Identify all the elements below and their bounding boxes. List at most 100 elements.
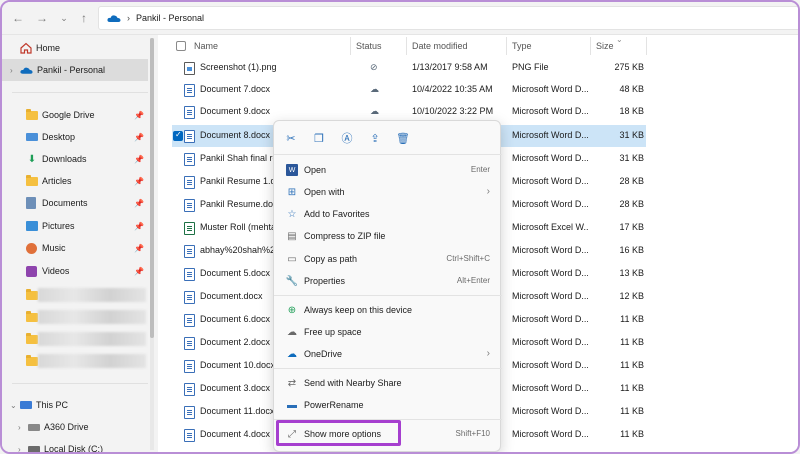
zip-icon: ▤ xyxy=(287,230,297,242)
expand-chevron-icon[interactable]: › xyxy=(10,66,20,75)
keep-on-device-icon: ⊕ xyxy=(287,304,297,316)
forward-arrow-icon[interactable]: → xyxy=(34,10,50,26)
properties-wrench-icon: 🔧 xyxy=(285,275,299,287)
table-row[interactable]: Screenshot (1).png ⊘ 1/13/2017 9:58 AM P… xyxy=(172,57,646,79)
sidebar-item-videos[interactable]: Videos 📌 xyxy=(2,261,148,281)
pin-icon: 📌 xyxy=(134,154,144,164)
word-doc-icon xyxy=(184,153,195,166)
sidebar-scrollbar[interactable] xyxy=(150,38,154,450)
column-divider[interactable] xyxy=(590,37,591,55)
menu-item-powerrename[interactable]: ▬ PowerRename xyxy=(278,394,498,416)
word-doc-icon xyxy=(184,429,195,442)
collapse-chevron-icon[interactable]: ⌄ xyxy=(10,401,20,410)
up-arrow-icon[interactable]: ↑ xyxy=(76,10,92,26)
sidebar-item-pictures[interactable]: Pictures 📌 xyxy=(2,216,148,236)
share-icon[interactable]: ⇪ xyxy=(368,131,382,145)
select-all-checkbox[interactable] xyxy=(176,41,186,51)
sidebar-item-articles[interactable]: Articles 📌 xyxy=(2,171,148,191)
pin-icon: 📌 xyxy=(134,243,144,253)
column-header: Name Status Date modified Type Size ⌄ xyxy=(158,35,798,57)
menu-item-properties[interactable]: 🔧 Properties Alt+Enter xyxy=(278,270,498,292)
rename-icon[interactable]: Ⓐ xyxy=(340,131,354,145)
column-name[interactable]: Name xyxy=(194,41,218,51)
pin-icon: 📌 xyxy=(134,110,144,120)
column-divider[interactable] xyxy=(646,37,647,55)
sidebar-item-pankil-personal[interactable]: › Pankil - Personal xyxy=(2,59,148,81)
sidebar-item-local-disk[interactable]: › Local Disk (C:) xyxy=(2,439,148,453)
excel-file-icon xyxy=(184,222,195,235)
redacted-label xyxy=(38,288,146,302)
highlight-annotation xyxy=(276,420,401,446)
redacted-label xyxy=(38,310,146,324)
drive-icon xyxy=(28,445,40,452)
download-arrow-icon: ⬇ xyxy=(27,153,37,165)
column-status[interactable]: Status xyxy=(356,41,382,51)
column-size[interactable]: Size xyxy=(596,41,614,51)
word-doc-icon xyxy=(184,314,195,327)
delete-trash-icon[interactable]: 🗑 xyxy=(396,131,410,145)
expand-chevron-icon[interactable]: › xyxy=(18,423,28,432)
menu-item-add-to-favorites[interactable]: ☆ Add to Favorites xyxy=(278,203,498,225)
star-icon: ☆ xyxy=(287,208,297,220)
sidebar-item-documents[interactable]: Documents 📌 xyxy=(2,193,148,213)
sidebar-divider xyxy=(12,383,148,384)
synced-check-icon: ⊘ xyxy=(370,62,378,72)
menu-separator xyxy=(274,368,502,369)
cloud-status-icon: ☁ xyxy=(370,84,379,94)
sidebar-item-google-drive[interactable]: Google Drive 📌 xyxy=(2,105,148,125)
menu-item-onedrive[interactable]: ☁ OneDrive › xyxy=(278,343,498,365)
expand-chevron-icon[interactable]: › xyxy=(18,445,28,453)
menu-item-always-keep[interactable]: ⊕ Always keep on this device xyxy=(278,299,498,321)
redacted-label xyxy=(38,332,146,346)
menu-item-open-with[interactable]: ⊞ Open with › xyxy=(278,181,498,203)
sidebar-item-desktop[interactable]: Desktop 📌 xyxy=(2,127,148,147)
column-type[interactable]: Type xyxy=(512,41,532,51)
sidebar-item-this-pc[interactable]: ⌄ This PC xyxy=(2,395,148,415)
word-doc-icon xyxy=(184,106,195,119)
sidebar-item-downloads[interactable]: ⬇ Downloads 📌 xyxy=(2,149,148,169)
breadcrumb-location[interactable]: Pankil - Personal xyxy=(136,13,204,23)
pin-icon: 📌 xyxy=(134,176,144,186)
row-checkbox[interactable] xyxy=(173,131,183,141)
menu-separator xyxy=(274,295,502,296)
onedrive-cloud-icon xyxy=(20,67,33,74)
pin-icon: 📌 xyxy=(134,198,144,208)
copy-path-icon: ▭ xyxy=(287,253,297,265)
cloud-status-icon: ☁ xyxy=(370,106,379,116)
column-date-modified[interactable]: Date modified xyxy=(412,41,468,51)
menu-item-compress-zip[interactable]: ▤ Compress to ZIP file xyxy=(278,225,498,247)
word-doc-icon xyxy=(184,383,195,396)
cut-icon[interactable]: ✂ xyxy=(284,131,298,145)
menu-item-free-up-space[interactable]: ☁ Free up space xyxy=(278,321,498,343)
sort-chevron-icon: ⌄ xyxy=(616,35,623,44)
table-row[interactable]: Document 7.docx ☁ 10/4/2022 10:35 AM Mic… xyxy=(172,79,646,101)
copy-icon[interactable]: ❐ xyxy=(312,131,326,145)
scrollbar-thumb[interactable] xyxy=(150,38,154,338)
window: ← → ⌄ ↑ › Pankil - Personal Home › Panki… xyxy=(0,0,800,454)
sidebar-item-music[interactable]: Music 📌 xyxy=(2,238,148,258)
folder-icon xyxy=(26,354,38,366)
column-divider[interactable] xyxy=(506,37,507,55)
documents-icon xyxy=(26,197,36,209)
menu-item-open[interactable]: W Open Enter xyxy=(278,159,498,181)
sidebar-item-home[interactable]: Home xyxy=(2,38,148,58)
desktop-icon xyxy=(26,133,38,141)
pin-icon: 📌 xyxy=(134,221,144,231)
column-divider[interactable] xyxy=(406,37,407,55)
drive-icon xyxy=(28,423,40,431)
pin-icon: 📌 xyxy=(134,266,144,276)
word-doc-icon xyxy=(184,291,195,304)
sidebar-item-a360-drive[interactable]: › A360 Drive xyxy=(2,417,148,437)
pin-icon: 📌 xyxy=(134,132,144,142)
menu-item-copy-as-path[interactable]: ▭ Copy as path Ctrl+Shift+C xyxy=(278,248,498,270)
back-arrow-icon[interactable]: ← xyxy=(10,10,26,26)
recent-dropdown-icon[interactable]: ⌄ xyxy=(56,10,72,26)
column-divider[interactable] xyxy=(350,37,351,55)
context-menu: ✂ ❐ Ⓐ ⇪ 🗑 W Open Enter ⊞ Open with › ☆ A… xyxy=(273,120,502,452)
menu-item-nearby-share[interactable]: ⇄ Send with Nearby Share xyxy=(278,372,498,394)
navigation-pane: Home › Pankil - Personal Google Drive 📌 … xyxy=(2,35,158,453)
breadcrumb-chevron-icon: › xyxy=(127,13,130,23)
word-doc-icon xyxy=(184,130,195,143)
address-bar[interactable]: › Pankil - Personal xyxy=(98,6,798,30)
address-toolbar: ← → ⌄ ↑ › Pankil - Personal xyxy=(2,2,798,35)
